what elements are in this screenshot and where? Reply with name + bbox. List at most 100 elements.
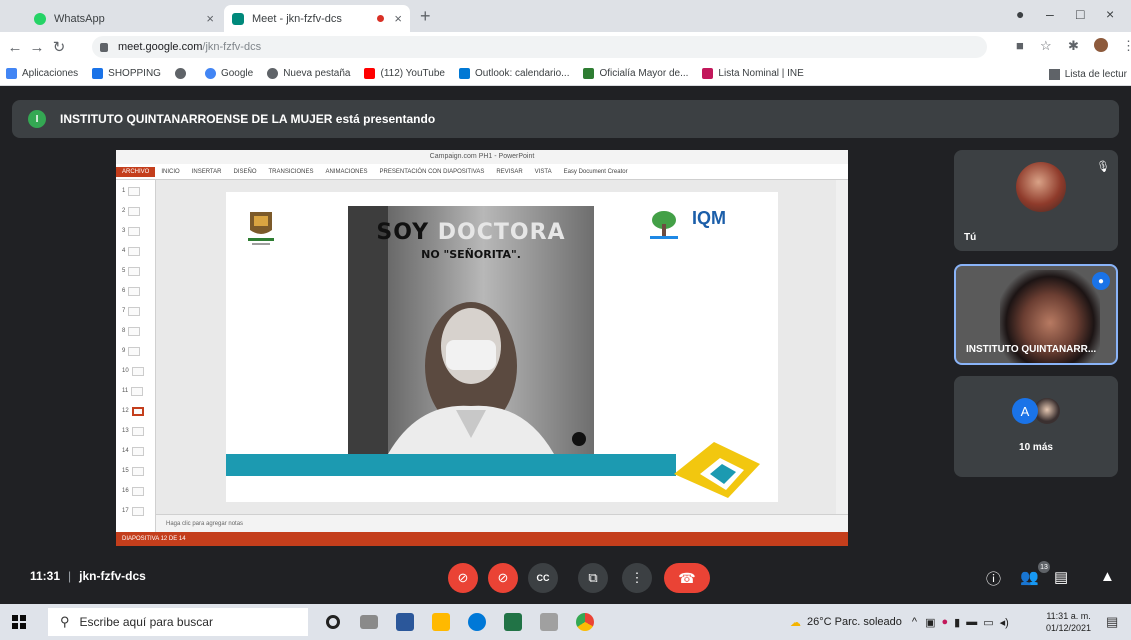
new-tab-button[interactable]: + [420, 6, 431, 27]
tree-logo-icon [650, 211, 678, 239]
bookmark-label: Oficialía Mayor de... [599, 68, 689, 79]
ribbon-tab-inicio: INICIO [161, 168, 180, 175]
powerpoint-title-bar: Campaign.com PH1 - PowerPoint [116, 150, 848, 164]
profile-avatar[interactable] [1094, 38, 1108, 52]
slide-headline: SOY DOCTORA [348, 220, 594, 245]
mic-toggle-button[interactable]: ⊘ [448, 563, 478, 593]
slide-thumb: 13 [122, 424, 148, 438]
back-icon[interactable]: ← [4, 39, 26, 56]
people-button[interactable]: 👥 [1020, 568, 1039, 586]
present-button[interactable]: ⧉ [578, 563, 608, 593]
tray-app-icon[interactable]: ▣ [925, 616, 935, 629]
extensions-icon[interactable]: ✱ [1068, 38, 1079, 54]
volume-icon[interactable]: ◂) [1000, 616, 1009, 629]
captions-button[interactable]: CC [528, 563, 558, 593]
camera-toggle-button[interactable]: ⊘ [488, 563, 518, 593]
lock-icon [100, 42, 108, 52]
reading-list-button[interactable]: Lista de lectur [1042, 62, 1127, 85]
meet-icon [232, 12, 244, 25]
url-bar[interactable]: meet.google.com /jkn-fzfv-dcs [92, 36, 987, 58]
participant-tile-presenter[interactable]: ⦁ INSTITUTO QUINTANARR... [954, 264, 1118, 365]
bookmark-label: Aplicaciones [22, 68, 79, 79]
iqm-yellow-emblem [674, 442, 760, 498]
iqm-logo-text: IQM [692, 208, 726, 228]
task-view-icon[interactable] [360, 615, 378, 629]
minimize-button[interactable]: – [1046, 6, 1054, 22]
slide-thumb: 11 [122, 384, 148, 398]
ribbon-tab-presentacion: PRESENTACIÓN CON DIAPOSITIVAS [379, 168, 485, 175]
ribbon-tab-insertar: INSERTAR [191, 168, 222, 175]
slide-thumb: 1 [122, 184, 148, 198]
bookmark-oficialia[interactable]: Oficialía Mayor de... [583, 68, 688, 79]
bookmark-youtube[interactable]: (112) YouTube [364, 68, 445, 79]
participant-tile-you[interactable]: 🎙 Tú [954, 150, 1118, 251]
chevron-up-icon[interactable]: ^ [912, 616, 917, 628]
slide-subheadline: NO "SEÑORITA". [421, 248, 521, 261]
globe-icon [174, 68, 186, 79]
headline-part1: SOY [376, 220, 430, 245]
battery-icon[interactable]: ▭ [983, 616, 993, 629]
mic-icon[interactable]: ▮ [954, 616, 960, 629]
activities-button[interactable]: ▲ [1100, 568, 1115, 585]
bookmark-label: SHOPPING [108, 68, 161, 79]
bookmark-nueva-pestana[interactable]: Nueva pestaña [267, 68, 350, 79]
globe-icon [267, 68, 279, 79]
notifications-icon[interactable]: ▤ [1106, 614, 1122, 630]
youtube-icon [364, 68, 376, 79]
doctor-photo: SOY DOCTORA NO "SEÑORITA". [348, 206, 594, 454]
info-button[interactable]: ⓘ [986, 568, 1001, 589]
leave-call-button[interactable]: ☎ [664, 563, 710, 593]
bookmark-google[interactable]: Google [204, 68, 253, 79]
tab-whatsapp[interactable]: WhatsApp × [26, 5, 222, 32]
bookmark-label: (112) YouTube [380, 68, 445, 79]
close-icon[interactable]: × [206, 11, 214, 26]
taskbar-search-box[interactable]: ⚲ Escribe aquí para buscar [48, 608, 308, 636]
network-icon[interactable]: ▬ [966, 616, 977, 628]
cortana-icon[interactable] [326, 615, 340, 629]
forward-icon[interactable]: → [26, 39, 48, 56]
close-icon[interactable]: × [394, 11, 402, 26]
bookmark-shopping[interactable]: SHOPPING [92, 68, 161, 79]
profile-icon[interactable]: ● [1016, 6, 1024, 22]
google-icon [204, 68, 216, 79]
bookmark-outlook[interactable]: Outlook: calendario... [458, 68, 569, 79]
participant-tile-more[interactable]: A 10 más [954, 376, 1118, 477]
whatsapp-icon [34, 12, 46, 25]
bookmark-star-icon[interactable]: ☆ [1040, 38, 1052, 54]
word-app-icon[interactable] [396, 613, 414, 631]
menu-icon[interactable]: ⋮ [1122, 38, 1131, 54]
bookmark-globe[interactable] [174, 68, 191, 79]
notepad-icon[interactable] [540, 613, 558, 631]
shopping-icon [92, 68, 104, 79]
slide-thumb: 17 [122, 504, 148, 518]
tray-app-icon[interactable]: ● [941, 616, 948, 628]
chrome-icon[interactable] [576, 613, 594, 631]
presenter-marker-icon [572, 432, 586, 446]
shared-screen-powerpoint: Campaign.com PH1 - PowerPoint ARCHIVO IN… [116, 150, 848, 546]
tab-title: WhatsApp [54, 12, 105, 25]
slide-thumb: 6 [122, 284, 148, 298]
maximize-button[interactable]: □ [1076, 6, 1084, 22]
slide-thumb: 15 [122, 464, 148, 478]
tab-meet[interactable]: Meet - jkn-fzfv-dcs × [224, 5, 410, 32]
bookmark-lista-nominal[interactable]: Lista Nominal | INE [702, 68, 804, 79]
leaf-icon [583, 68, 595, 79]
close-window-button[interactable]: × [1106, 6, 1114, 22]
taskbar-clock[interactable]: 11:31 a. m. 01/12/2021 [1046, 610, 1091, 634]
screen: WhatsApp × Meet - jkn-fzfv-dcs × + ● – □… [0, 0, 1131, 640]
edge-icon[interactable] [468, 613, 486, 631]
chat-button[interactable]: ▤ [1054, 568, 1068, 586]
camera-indicator-icon[interactable]: ■ [1016, 38, 1024, 53]
file-explorer-icon[interactable] [432, 613, 450, 631]
reload-icon[interactable]: ↻ [48, 38, 70, 56]
windows-start-icon[interactable] [12, 615, 26, 629]
excel-app-icon[interactable] [504, 613, 522, 631]
meeting-time: 11:31 [30, 569, 61, 583]
slide-thumb: 14 [122, 444, 148, 458]
more-participants-label: 10 más [1019, 442, 1053, 453]
ine-icon [702, 68, 714, 79]
powerpoint-status-bar: DIAPOSITIVA 12 DE 14 [116, 532, 848, 546]
windows-taskbar: ⚲ Escribe aquí para buscar ☁ 26°C Parc. … [0, 604, 1131, 640]
bookmark-aplicaciones[interactable]: Aplicaciones [6, 68, 78, 79]
more-options-button[interactable]: ⋮ [622, 563, 652, 593]
